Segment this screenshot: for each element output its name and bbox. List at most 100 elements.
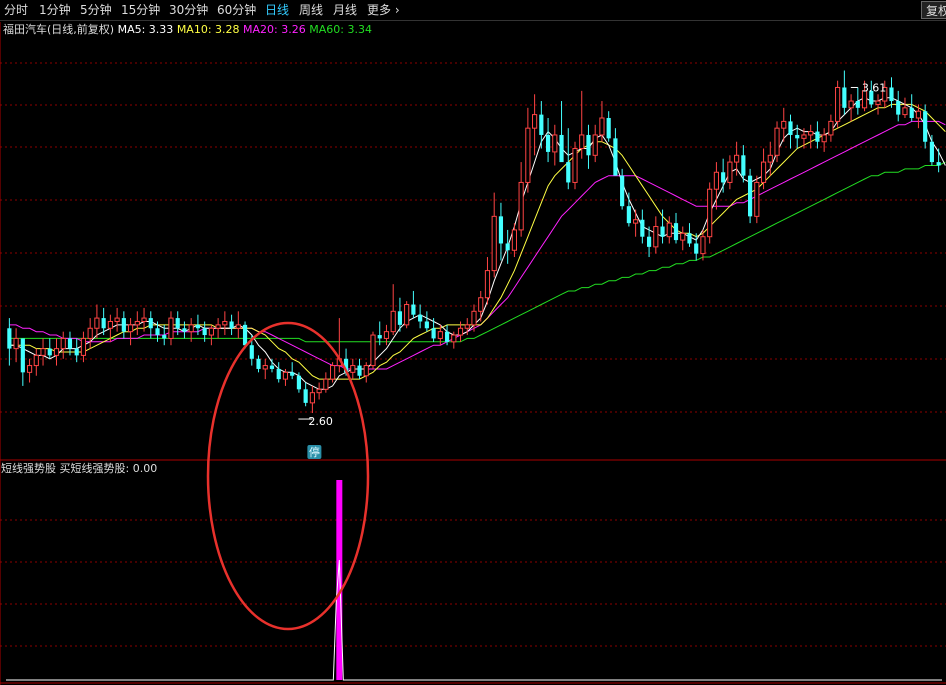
candle-body-36 (249, 345, 254, 359)
candle-body-1 (13, 337, 19, 350)
candle-body-68 (464, 324, 470, 329)
candle-body-57 (390, 310, 396, 333)
candle-body-138 (936, 162, 941, 166)
candle-body-99 (673, 223, 679, 241)
candle-body-137 (929, 141, 934, 163)
candle-body-23 (162, 335, 167, 339)
candle-body-26 (182, 328, 187, 332)
candle-body-91 (620, 175, 625, 207)
ma20-line (9, 120, 946, 370)
candle-body-107 (727, 161, 733, 183)
candle-body-2 (20, 338, 25, 373)
candle-body-116 (788, 121, 793, 135)
candle-body-17 (121, 318, 126, 332)
candle-body-101 (687, 233, 692, 244)
candle-body-93 (633, 219, 639, 224)
candle-body-131 (889, 87, 894, 102)
candle-body-55 (377, 335, 382, 339)
candle-body-46 (316, 388, 322, 394)
candle-body-120 (815, 131, 820, 142)
candle-body-61 (418, 314, 423, 322)
candle-body-89 (606, 118, 611, 139)
candle-body-51 (350, 365, 356, 373)
candle-body-66 (451, 334, 457, 343)
candle-body-117 (795, 134, 800, 139)
candle-body-18 (127, 324, 134, 333)
candle-body-53 (363, 365, 369, 377)
candle-body-35 (242, 324, 248, 346)
candle-body-64 (437, 331, 443, 339)
candle-body-22 (155, 328, 160, 336)
candle-body-88 (599, 117, 605, 136)
kline-chart[interactable]: 3.61 2.60 停 (0, 0, 946, 685)
candle-body-119 (808, 131, 814, 136)
candle-body-65 (444, 331, 450, 342)
candle-body-111 (754, 181, 760, 217)
candle-body-106 (721, 172, 726, 183)
candle-body-90 (613, 138, 618, 176)
candle-body-10 (74, 348, 79, 356)
candle-body-52 (357, 365, 362, 376)
candle-body-96 (653, 226, 659, 248)
candle-body-37 (256, 358, 261, 369)
candle-body-118 (801, 134, 807, 139)
candle-body-63 (431, 328, 436, 339)
candle-body-123 (835, 86, 841, 122)
candle-body-58 (397, 311, 403, 325)
candle-body-76 (518, 181, 524, 231)
candle-body-60 (411, 304, 416, 315)
candle-body-7 (53, 348, 60, 356)
candle-body-21 (148, 318, 153, 329)
candle-body-115 (781, 120, 787, 129)
candle-body-33 (229, 321, 234, 329)
candle-body-85 (579, 134, 585, 150)
candle-body-100 (680, 232, 686, 241)
candle-body-72 (491, 215, 497, 272)
candle-body-24 (168, 317, 174, 339)
candle-body-78 (532, 114, 538, 129)
candle-body-25 (175, 318, 180, 329)
candle-body-40 (276, 368, 281, 380)
indicator-line (6, 559, 942, 681)
candle-body-69 (471, 310, 477, 326)
candle-body-80 (545, 134, 551, 152)
candle-body-132 (896, 101, 901, 115)
candle-body-20 (141, 317, 147, 322)
candle-body-108 (734, 154, 740, 163)
candle-body-122 (828, 120, 834, 136)
candle-body-98 (666, 222, 672, 238)
candle-body-0 (7, 328, 12, 349)
candle-body-136 (923, 111, 928, 142)
candle-body-48 (330, 365, 336, 380)
candle-body-42 (290, 372, 295, 376)
candle-body-16 (114, 317, 120, 322)
candle-body-103 (700, 236, 706, 255)
high-price-label: 3.61 (862, 81, 887, 94)
candle-body-31 (215, 324, 221, 329)
candle-body-38 (262, 365, 268, 370)
candle-body-105 (713, 171, 720, 190)
candle-body-9 (67, 338, 73, 349)
candle-body-28 (195, 324, 201, 329)
candle-body-45 (309, 392, 315, 404)
candle-body-75 (511, 229, 517, 251)
ma60-line (9, 161, 946, 343)
candle-body-27 (188, 324, 194, 333)
candle-body-14 (101, 318, 106, 329)
candle-body-47 (323, 378, 329, 390)
candle-body-97 (660, 226, 665, 237)
candle-body-62 (424, 321, 429, 329)
candle-body-113 (767, 154, 773, 163)
candle-body-54 (370, 334, 376, 367)
candle-body-4 (33, 354, 39, 367)
candle-body-74 (505, 243, 510, 251)
candle-body-5 (40, 348, 46, 356)
candle-body-43 (296, 375, 302, 390)
candle-body-95 (646, 236, 652, 247)
ma10-line (9, 103, 946, 380)
candle-body-84 (572, 148, 578, 183)
candle-body-133 (902, 107, 908, 116)
candle-body-79 (539, 114, 544, 135)
candle-body-94 (640, 219, 645, 237)
candle-body-81 (552, 134, 558, 153)
